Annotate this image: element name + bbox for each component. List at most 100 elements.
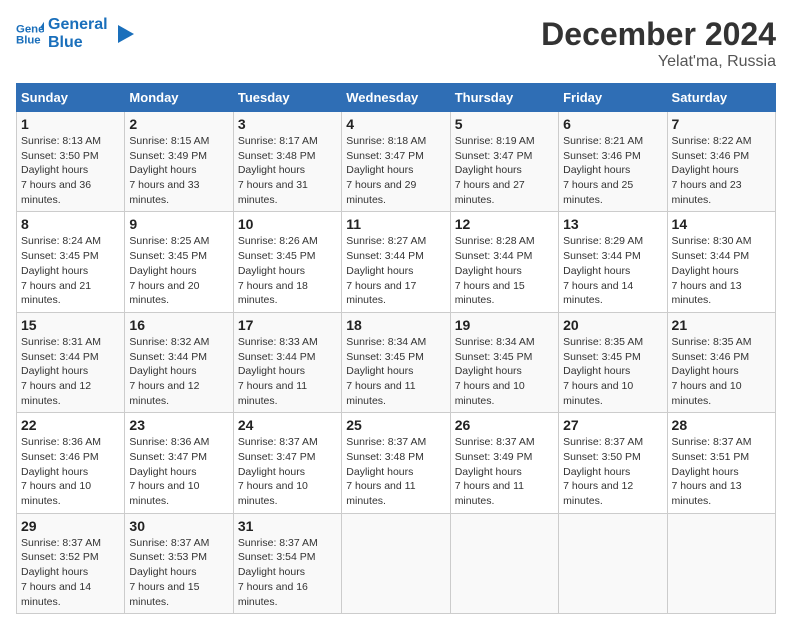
day-number: 14 bbox=[672, 216, 771, 232]
calendar-week-4: 22 Sunrise: 8:36 AMSunset: 3:46 PMDayligh… bbox=[17, 413, 776, 513]
day-info: Sunrise: 8:28 AMSunset: 3:44 PMDaylight … bbox=[455, 234, 554, 307]
calendar-cell bbox=[450, 513, 558, 613]
day-number: 7 bbox=[672, 116, 771, 132]
day-info: Sunrise: 8:35 AMSunset: 3:45 PMDaylight … bbox=[563, 335, 662, 408]
calendar-cell: 24 Sunrise: 8:37 AMSunset: 3:47 PMDayligh… bbox=[233, 413, 341, 513]
calendar-cell: 1 Sunrise: 8:13 AMSunset: 3:50 PMDaylight… bbox=[17, 112, 125, 212]
day-info: Sunrise: 8:37 AMSunset: 3:49 PMDaylight … bbox=[455, 435, 554, 508]
day-info: Sunrise: 8:21 AMSunset: 3:46 PMDaylight … bbox=[563, 134, 662, 207]
day-info: Sunrise: 8:35 AMSunset: 3:46 PMDaylight … bbox=[672, 335, 771, 408]
day-info: Sunrise: 8:37 AMSunset: 3:53 PMDaylight … bbox=[129, 536, 228, 609]
day-number: 29 bbox=[21, 518, 120, 534]
day-number: 6 bbox=[563, 116, 662, 132]
calendar-week-5: 29 Sunrise: 8:37 AMSunset: 3:52 PMDayligh… bbox=[17, 513, 776, 613]
header-thursday: Thursday bbox=[450, 84, 558, 112]
header-wednesday: Wednesday bbox=[342, 84, 450, 112]
calendar-cell: 28 Sunrise: 8:37 AMSunset: 3:51 PMDayligh… bbox=[667, 413, 775, 513]
day-info: Sunrise: 8:36 AMSunset: 3:46 PMDaylight … bbox=[21, 435, 120, 508]
day-info: Sunrise: 8:24 AMSunset: 3:45 PMDaylight … bbox=[21, 234, 120, 307]
day-info: Sunrise: 8:37 AMSunset: 3:52 PMDaylight … bbox=[21, 536, 120, 609]
day-number: 12 bbox=[455, 216, 554, 232]
day-info: Sunrise: 8:37 AMSunset: 3:50 PMDaylight … bbox=[563, 435, 662, 508]
calendar-cell: 20 Sunrise: 8:35 AMSunset: 3:45 PMDayligh… bbox=[559, 312, 667, 412]
logo-arrow-icon bbox=[112, 23, 134, 45]
calendar-cell: 7 Sunrise: 8:22 AMSunset: 3:46 PMDaylight… bbox=[667, 112, 775, 212]
day-info: Sunrise: 8:37 AMSunset: 3:51 PMDaylight … bbox=[672, 435, 771, 508]
calendar-cell: 27Sunrise: 8:37 AMSunset: 3:50 PMDayligh… bbox=[559, 413, 667, 513]
day-number: 25 bbox=[346, 417, 445, 433]
calendar-cell: 10Sunrise: 8:26 AMSunset: 3:45 PMDayligh… bbox=[233, 212, 341, 312]
calendar-cell: 26 Sunrise: 8:37 AMSunset: 3:49 PMDayligh… bbox=[450, 413, 558, 513]
page-header: General Blue General Blue December 2024 … bbox=[16, 16, 776, 71]
day-number: 1 bbox=[21, 116, 120, 132]
day-info: Sunrise: 8:26 AMSunset: 3:45 PMDaylight … bbox=[238, 234, 337, 307]
calendar-week-3: 15 Sunrise: 8:31 AMSunset: 3:44 PMDayligh… bbox=[17, 312, 776, 412]
day-info: Sunrise: 8:19 AMSunset: 3:47 PMDaylight … bbox=[455, 134, 554, 207]
calendar-cell bbox=[559, 513, 667, 613]
day-number: 24 bbox=[238, 417, 337, 433]
location-subtitle: Yelat'ma, Russia bbox=[541, 53, 776, 71]
day-number: 21 bbox=[672, 317, 771, 333]
day-info: Sunrise: 8:27 AMSunset: 3:44 PMDaylight … bbox=[346, 234, 445, 307]
day-info: Sunrise: 8:29 AMSunset: 3:44 PMDaylight … bbox=[563, 234, 662, 307]
calendar-cell: 4 Sunrise: 8:18 AMSunset: 3:47 PMDaylight… bbox=[342, 112, 450, 212]
day-info: Sunrise: 8:22 AMSunset: 3:46 PMDaylight … bbox=[672, 134, 771, 207]
day-info: Sunrise: 8:25 AMSunset: 3:45 PMDaylight … bbox=[129, 234, 228, 307]
calendar-week-2: 8 Sunrise: 8:24 AMSunset: 3:45 PMDaylight… bbox=[17, 212, 776, 312]
day-number: 28 bbox=[672, 417, 771, 433]
calendar-cell: 3Sunrise: 8:17 AMSunset: 3:48 PMDaylight… bbox=[233, 112, 341, 212]
day-info: Sunrise: 8:37 AMSunset: 3:47 PMDaylight … bbox=[238, 435, 337, 508]
day-info: Sunrise: 8:36 AMSunset: 3:47 PMDaylight … bbox=[129, 435, 228, 508]
day-info: Sunrise: 8:18 AMSunset: 3:47 PMDaylight … bbox=[346, 134, 445, 207]
day-number: 22 bbox=[21, 417, 120, 433]
calendar-cell: 16 Sunrise: 8:32 AMSunset: 3:44 PMDayligh… bbox=[125, 312, 233, 412]
title-block: December 2024 Yelat'ma, Russia bbox=[541, 16, 776, 71]
day-number: 20 bbox=[563, 317, 662, 333]
calendar-cell: 15 Sunrise: 8:31 AMSunset: 3:44 PMDayligh… bbox=[17, 312, 125, 412]
header-saturday: Saturday bbox=[667, 84, 775, 112]
day-info: Sunrise: 8:37 AMSunset: 3:54 PMDaylight … bbox=[238, 536, 337, 609]
day-info: Sunrise: 8:15 AMSunset: 3:49 PMDaylight … bbox=[129, 134, 228, 207]
day-info: Sunrise: 8:30 AMSunset: 3:44 PMDaylight … bbox=[672, 234, 771, 307]
day-info: Sunrise: 8:32 AMSunset: 3:44 PMDaylight … bbox=[129, 335, 228, 408]
calendar-cell: 19Sunrise: 8:34 AMSunset: 3:45 PMDayligh… bbox=[450, 312, 558, 412]
calendar-cell: 25Sunrise: 8:37 AMSunset: 3:48 PMDayligh… bbox=[342, 413, 450, 513]
calendar-cell: 12 Sunrise: 8:28 AMSunset: 3:44 PMDayligh… bbox=[450, 212, 558, 312]
svg-text:Blue: Blue bbox=[16, 34, 41, 46]
day-number: 9 bbox=[129, 216, 228, 232]
day-info: Sunrise: 8:34 AMSunset: 3:45 PMDaylight … bbox=[346, 335, 445, 408]
month-title: December 2024 bbox=[541, 16, 776, 53]
day-number: 26 bbox=[455, 417, 554, 433]
day-number: 13 bbox=[563, 216, 662, 232]
calendar-cell: 31Sunrise: 8:37 AMSunset: 3:54 PMDayligh… bbox=[233, 513, 341, 613]
calendar-cell: 14 Sunrise: 8:30 AMSunset: 3:44 PMDayligh… bbox=[667, 212, 775, 312]
day-number: 18 bbox=[346, 317, 445, 333]
day-number: 4 bbox=[346, 116, 445, 132]
day-info: Sunrise: 8:17 AMSunset: 3:48 PMDaylight … bbox=[238, 134, 337, 207]
day-info: Sunrise: 8:31 AMSunset: 3:44 PMDaylight … bbox=[21, 335, 120, 408]
calendar-cell: 2 Sunrise: 8:15 AMSunset: 3:49 PMDaylight… bbox=[125, 112, 233, 212]
calendar-cell: 22 Sunrise: 8:36 AMSunset: 3:46 PMDayligh… bbox=[17, 413, 125, 513]
logo-blue: Blue bbox=[48, 34, 108, 52]
day-info: Sunrise: 8:34 AMSunset: 3:45 PMDaylight … bbox=[455, 335, 554, 408]
calendar-cell: 5Sunrise: 8:19 AMSunset: 3:47 PMDaylight… bbox=[450, 112, 558, 212]
calendar-cell: 29 Sunrise: 8:37 AMSunset: 3:52 PMDayligh… bbox=[17, 513, 125, 613]
calendar-cell: 23Sunrise: 8:36 AMSunset: 3:47 PMDayligh… bbox=[125, 413, 233, 513]
calendar-table: SundayMondayTuesdayWednesdayThursdayFrid… bbox=[16, 83, 776, 614]
day-number: 16 bbox=[129, 317, 228, 333]
logo-general: General bbox=[48, 16, 108, 34]
day-info: Sunrise: 8:13 AMSunset: 3:50 PMDaylight … bbox=[21, 134, 120, 207]
header-sunday: Sunday bbox=[17, 84, 125, 112]
calendar-cell: 8 Sunrise: 8:24 AMSunset: 3:45 PMDaylight… bbox=[17, 212, 125, 312]
calendar-cell: 21 Sunrise: 8:35 AMSunset: 3:46 PMDayligh… bbox=[667, 312, 775, 412]
day-number: 30 bbox=[129, 518, 228, 534]
calendar-cell: 17Sunrise: 8:33 AMSunset: 3:44 PMDayligh… bbox=[233, 312, 341, 412]
calendar-header-row: SundayMondayTuesdayWednesdayThursdayFrid… bbox=[17, 84, 776, 112]
calendar-cell bbox=[667, 513, 775, 613]
day-number: 2 bbox=[129, 116, 228, 132]
header-friday: Friday bbox=[559, 84, 667, 112]
day-number: 15 bbox=[21, 317, 120, 333]
calendar-cell: 11Sunrise: 8:27 AMSunset: 3:44 PMDayligh… bbox=[342, 212, 450, 312]
day-number: 8 bbox=[21, 216, 120, 232]
calendar-week-1: 1 Sunrise: 8:13 AMSunset: 3:50 PMDaylight… bbox=[17, 112, 776, 212]
